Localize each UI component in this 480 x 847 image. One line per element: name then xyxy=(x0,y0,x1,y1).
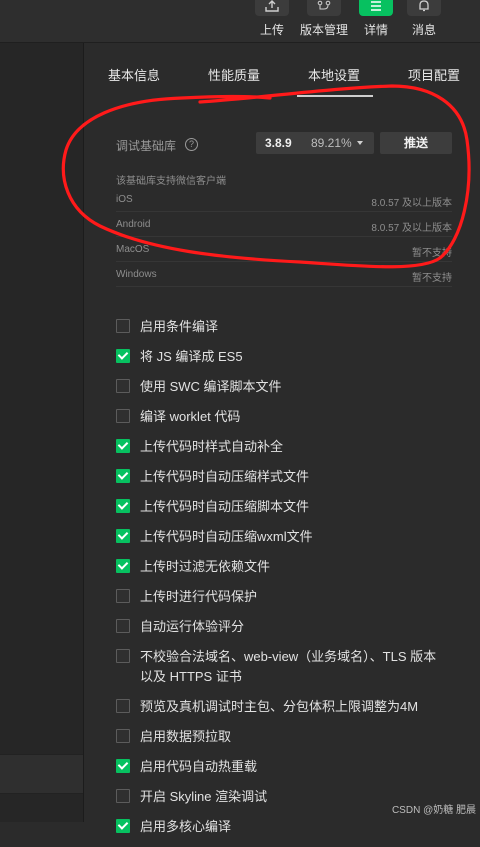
left-pane xyxy=(0,43,84,822)
messages-button[interactable]: 消息 xyxy=(399,0,449,42)
platform-value: 暂不支持 xyxy=(412,273,452,284)
platform-name: MacOS xyxy=(116,244,150,255)
checkbox[interactable] xyxy=(116,759,130,773)
watermark: CSDN @奶糖 肥晨 xyxy=(391,805,476,816)
platform-name: Windows xyxy=(116,269,157,280)
checkbox[interactable] xyxy=(116,409,130,423)
checkbox[interactable] xyxy=(116,319,130,333)
option-minify-wxml[interactable]: 上传代码时自动压缩wxml文件 xyxy=(116,527,466,557)
option-label: 上传时过滤无依赖文件 xyxy=(140,559,271,574)
option-label: 启用数据预拉取 xyxy=(140,729,232,744)
option-conditional-compile[interactable]: 启用条件编译 xyxy=(116,317,466,347)
options-list: 启用条件编译 将 JS 编译成 ES5 使用 SWC 编译脚本文件 编译 wor… xyxy=(116,317,466,847)
option-skip-domain-check[interactable]: 不校验合法域名、web-view（业务域名）、TLS 版本以及 HTTPS 证书 xyxy=(116,647,466,697)
option-hot-reload[interactable]: 启用代码自动热重载 xyxy=(116,757,466,787)
option-swc[interactable]: 使用 SWC 编译脚本文件 xyxy=(116,377,466,407)
tab-local-settings[interactable]: 本地设置 xyxy=(308,65,360,84)
option-es5[interactable]: 将 JS 编译成 ES5 xyxy=(116,347,466,377)
platform-name: iOS xyxy=(116,194,133,205)
library-version: 3.8.9 xyxy=(265,136,292,150)
option-label: 编译 worklet 代码 xyxy=(140,409,241,424)
platform-row-ios: iOS 8.0.57 及以上版本 xyxy=(116,187,452,212)
option-label: 启用多核心编译 xyxy=(140,819,232,834)
tab-basic-info[interactable]: 基本信息 xyxy=(108,65,160,84)
checkbox[interactable] xyxy=(116,379,130,393)
chevron-down-icon xyxy=(357,141,363,145)
option-label: 上传代码时自动压缩样式文件 xyxy=(140,469,310,484)
option-label: 将 JS 编译成 ES5 xyxy=(140,349,243,364)
checkbox[interactable] xyxy=(116,699,130,713)
checkbox[interactable] xyxy=(116,789,130,803)
details-button[interactable]: 详情 xyxy=(351,0,401,42)
upload-button[interactable]: 上传 xyxy=(247,0,297,42)
option-auto-audit[interactable]: 自动运行体验评分 xyxy=(116,617,466,647)
option-label: 上传代码时自动压缩wxml文件 xyxy=(140,529,313,544)
option-4m-limit[interactable]: 预览及真机调试时主包、分包体积上限调整为4M xyxy=(116,697,466,727)
library-version-select[interactable]: 3.8.9 89.21% xyxy=(256,132,374,154)
platform-name: Android xyxy=(116,219,151,230)
checkbox[interactable] xyxy=(116,499,130,513)
option-label: 上传代码时样式自动补全 xyxy=(140,439,284,454)
checkbox[interactable] xyxy=(116,529,130,543)
option-label: 上传时进行代码保护 xyxy=(140,589,258,604)
details-label: 详情 xyxy=(363,23,388,37)
top-toolbar: 上传 版本管理 详情 消息 xyxy=(0,0,480,43)
checkbox[interactable] xyxy=(116,559,130,573)
push-button[interactable]: 推送 xyxy=(380,132,452,154)
debug-library-label: 调试基础库 xyxy=(116,139,177,153)
bell-icon xyxy=(407,0,441,16)
option-minify-style[interactable]: 上传代码时自动压缩样式文件 xyxy=(116,467,466,497)
version-management-button[interactable]: 版本管理 xyxy=(299,0,349,42)
checkbox[interactable] xyxy=(116,589,130,603)
tab-performance[interactable]: 性能质量 xyxy=(208,65,260,84)
messages-label: 消息 xyxy=(411,23,436,37)
option-label: 启用条件编译 xyxy=(140,319,219,334)
option-label: 预览及真机调试时主包、分包体积上限调整为4M xyxy=(140,699,419,714)
option-worklet[interactable]: 编译 worklet 代码 xyxy=(116,407,466,437)
active-tab-indicator xyxy=(297,95,373,97)
platform-row-macos: MacOS 暂不支持 xyxy=(116,237,452,262)
tab-project-config[interactable]: 项目配置 xyxy=(408,65,460,84)
tab-bar: 基本信息 性能质量 本地设置 项目配置 xyxy=(84,43,480,97)
upload-icon xyxy=(255,0,289,16)
platform-value: 暂不支持 xyxy=(412,248,452,259)
option-label: 使用 SWC 编译脚本文件 xyxy=(140,379,282,394)
checkbox[interactable] xyxy=(116,819,130,833)
checkbox[interactable] xyxy=(116,439,130,453)
checkbox[interactable] xyxy=(116,649,130,663)
branch-icon xyxy=(307,0,341,16)
option-filter-unused[interactable]: 上传时过滤无依赖文件 xyxy=(116,557,466,587)
support-note: 该基础库支持微信客户端 xyxy=(116,176,226,187)
list-icon xyxy=(359,0,393,16)
checkbox[interactable] xyxy=(116,469,130,483)
option-label: 上传代码时自动压缩脚本文件 xyxy=(140,499,310,514)
checkbox[interactable] xyxy=(116,729,130,743)
library-usage-percent: 89.21% xyxy=(311,136,352,150)
option-label: 不校验合法域名、web-view（业务域名）、TLS 版本以及 HTTPS 证书 xyxy=(140,649,437,684)
option-label: 自动运行体验评分 xyxy=(140,619,245,634)
checkbox[interactable] xyxy=(116,349,130,363)
help-icon[interactable]: ? xyxy=(185,138,198,151)
option-prefetch[interactable]: 启用数据预拉取 xyxy=(116,727,466,757)
option-minify-script[interactable]: 上传代码时自动压缩脚本文件 xyxy=(116,497,466,527)
platform-value: 8.0.57 及以上版本 xyxy=(371,223,452,234)
left-pane-band xyxy=(0,754,83,794)
platform-row-android: Android 8.0.57 及以上版本 xyxy=(116,212,452,237)
option-label: 启用代码自动热重载 xyxy=(140,759,258,774)
platform-value: 8.0.57 及以上版本 xyxy=(371,198,452,209)
checkbox[interactable] xyxy=(116,619,130,633)
option-code-protect[interactable]: 上传时进行代码保护 xyxy=(116,587,466,617)
platform-row-windows: Windows 暂不支持 xyxy=(116,262,452,287)
option-style-autoprefix[interactable]: 上传代码时样式自动补全 xyxy=(116,437,466,467)
version-management-label: 版本管理 xyxy=(299,23,348,37)
details-panel: 基本信息 性能质量 本地设置 项目配置 调试基础库 ? 3.8.9 89.21%… xyxy=(84,43,480,834)
upload-label: 上传 xyxy=(259,23,284,37)
